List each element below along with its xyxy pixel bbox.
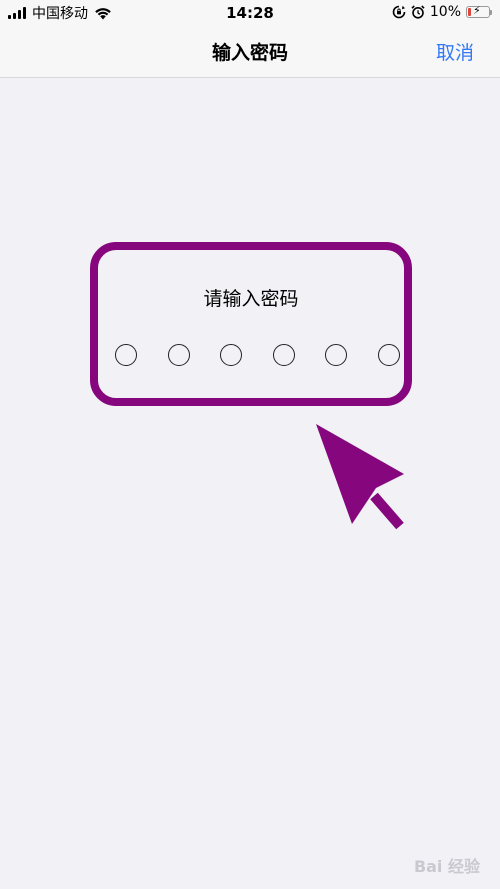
- pointer-arrow-icon: [316, 424, 404, 530]
- passcode-digit-dot: [325, 344, 347, 366]
- passcode-digit-dot: [272, 344, 295, 366]
- cancel-button[interactable]: 取消: [436, 38, 474, 65]
- passcode-digit-dot: [220, 344, 242, 366]
- alarm-icon: [411, 5, 425, 19]
- battery-percent: 10%: [429, 4, 461, 20]
- status-bar: 中国移动 14:28 10% ⚡: [0, 0, 500, 26]
- rotation-lock-icon: [392, 5, 406, 19]
- passcode-prompt: 请输入密码: [203, 288, 299, 310]
- passcode-highlight-box: 请输入密码: [90, 242, 412, 406]
- status-right: 10% ⚡: [392, 4, 492, 20]
- passcode-dots[interactable]: [115, 344, 401, 366]
- page-title: 输入密码: [211, 42, 288, 64]
- passcode-digit-dot: [167, 344, 190, 366]
- passcode-digit-dot: [115, 344, 137, 366]
- passcode-digit-dot: [377, 344, 400, 366]
- nav-bar: 输入密码 取消: [0, 26, 500, 78]
- battery-icon: ⚡: [466, 4, 492, 18]
- baidu-watermark: Bai 经验: [413, 857, 480, 876]
